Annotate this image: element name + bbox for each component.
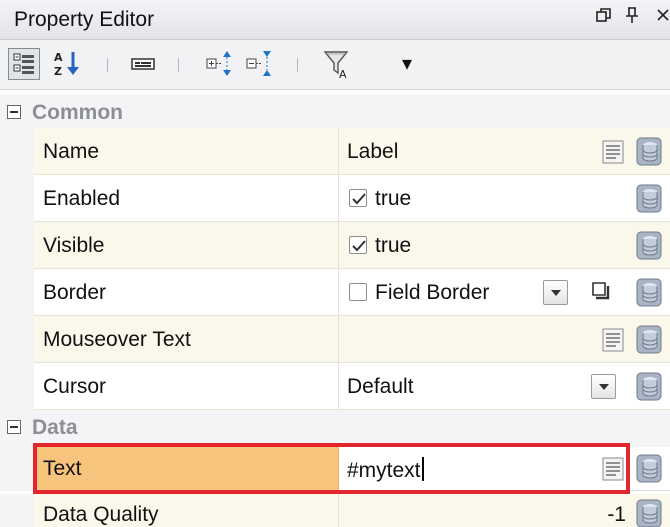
binding-icon[interactable]	[636, 231, 662, 260]
visible-checkbox[interactable]	[349, 236, 367, 254]
category-common[interactable]: Common	[0, 95, 670, 132]
property-name: Data Quality	[43, 503, 159, 526]
property-row-text[interactable]: Text #mytext	[0, 447, 670, 491]
category-label: Data	[32, 416, 78, 439]
collapse-all-icon[interactable]	[244, 48, 276, 80]
toolbar: A Z A ▾	[0, 40, 670, 90]
categorized-view-icon[interactable]	[8, 48, 40, 80]
property-name: Cursor	[43, 375, 107, 398]
property-name: Text	[43, 457, 82, 480]
property-name: Visible	[43, 234, 105, 257]
property-row-mouseover-text[interactable]: Mouseover Text	[0, 316, 670, 363]
binding-icon[interactable]	[636, 278, 662, 307]
binding-icon[interactable]	[636, 372, 662, 401]
text-editor-icon[interactable]	[602, 457, 624, 481]
enabled-checkbox[interactable]	[349, 189, 367, 207]
collapse-icon[interactable]	[7, 105, 21, 119]
binding-icon[interactable]	[636, 325, 662, 354]
alphabetical-sort-icon[interactable]: A Z	[52, 48, 82, 80]
property-value[interactable]: Default	[347, 375, 414, 399]
property-value[interactable]: Label	[347, 140, 398, 164]
svg-text:A: A	[339, 68, 347, 80]
property-value[interactable]: -1	[607, 503, 626, 527]
category-label: Common	[32, 101, 123, 124]
property-name: Enabled	[43, 187, 121, 210]
restore-icon[interactable]	[596, 6, 612, 29]
text-cursor	[421, 457, 424, 481]
property-name: Name	[43, 140, 100, 163]
border-dropdown-button[interactable]	[543, 280, 568, 305]
property-row-enabled[interactable]: Enabled true	[0, 175, 670, 222]
svg-text:A: A	[54, 51, 63, 64]
text-editor-icon[interactable]	[602, 140, 624, 164]
category-data[interactable]: Data	[0, 410, 670, 447]
svg-text:Z: Z	[54, 65, 62, 78]
border-preview-icon[interactable]	[591, 281, 613, 309]
filter-icon[interactable]: A	[322, 48, 358, 81]
filter-dropdown-icon[interactable]: ▾	[402, 51, 412, 76]
cursor-dropdown-button[interactable]	[591, 374, 616, 399]
property-name: Border	[43, 281, 107, 304]
close-icon[interactable]	[656, 6, 670, 29]
expand-all-icon[interactable]	[204, 48, 236, 80]
property-grid: Common Name Label Enabled true Visible t…	[0, 90, 670, 527]
property-row-data-quality[interactable]: Data Quality -1	[0, 494, 670, 527]
property-row-border[interactable]: Border Field Border	[0, 269, 670, 316]
property-pages-icon[interactable]	[128, 48, 158, 80]
collapse-icon[interactable]	[7, 420, 21, 434]
binding-icon[interactable]	[636, 454, 662, 483]
checkbox-label: Field Border	[375, 281, 490, 304]
property-row-name[interactable]: Name Label	[0, 128, 670, 175]
checkbox-label: true	[375, 234, 412, 257]
property-name: Mouseover Text	[43, 328, 191, 351]
title-bar: Property Editor	[0, 0, 670, 40]
checkbox-label: true	[375, 187, 412, 210]
border-checkbox[interactable]	[349, 283, 367, 301]
property-row-visible[interactable]: Visible true	[0, 222, 670, 269]
binding-icon[interactable]	[636, 137, 662, 166]
property-row-cursor[interactable]: Cursor Default	[0, 363, 670, 410]
binding-icon[interactable]	[636, 499, 662, 527]
window-title: Property Editor	[14, 8, 155, 31]
binding-icon[interactable]	[636, 184, 662, 213]
pin-icon[interactable]	[624, 6, 640, 30]
text-value-input[interactable]: #mytext	[347, 457, 424, 483]
text-editor-icon[interactable]	[602, 328, 624, 352]
